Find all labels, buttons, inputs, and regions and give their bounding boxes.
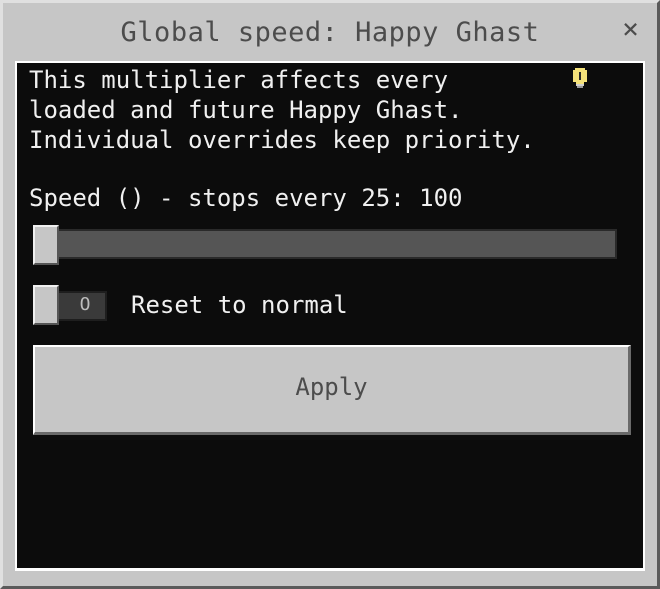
- speed-slider-label: Speed () - stops every 25: 100: [29, 184, 463, 212]
- reset-toggle-knob[interactable]: [33, 285, 59, 325]
- toggle-off-indicator: O: [79, 294, 91, 315]
- description-text: This multiplier affects every loaded and…: [29, 65, 569, 155]
- close-button[interactable]: ×: [622, 15, 639, 43]
- reset-toggle-label: Reset to normal: [131, 291, 348, 319]
- description-line: Individual overrides keep priority.: [29, 126, 535, 154]
- reset-toggle[interactable]: O: [33, 285, 109, 325]
- dialog-content: This multiplier affects every loaded and…: [15, 61, 645, 571]
- description-line: This multiplier affects every: [29, 66, 449, 94]
- speed-slider-handle[interactable]: [33, 225, 59, 265]
- description-line: loaded and future Happy Ghast.: [29, 96, 463, 124]
- lightbulb-icon: [573, 68, 587, 88]
- apply-button-label: Apply: [295, 373, 368, 401]
- speed-dialog: Global speed: Happy Ghast × This multipl…: [0, 0, 660, 589]
- title-bar: Global speed: Happy Ghast ×: [3, 3, 657, 61]
- dialog-title: Global speed: Happy Ghast: [120, 17, 540, 48]
- speed-slider-track[interactable]: [33, 229, 617, 259]
- apply-button[interactable]: Apply: [33, 345, 631, 435]
